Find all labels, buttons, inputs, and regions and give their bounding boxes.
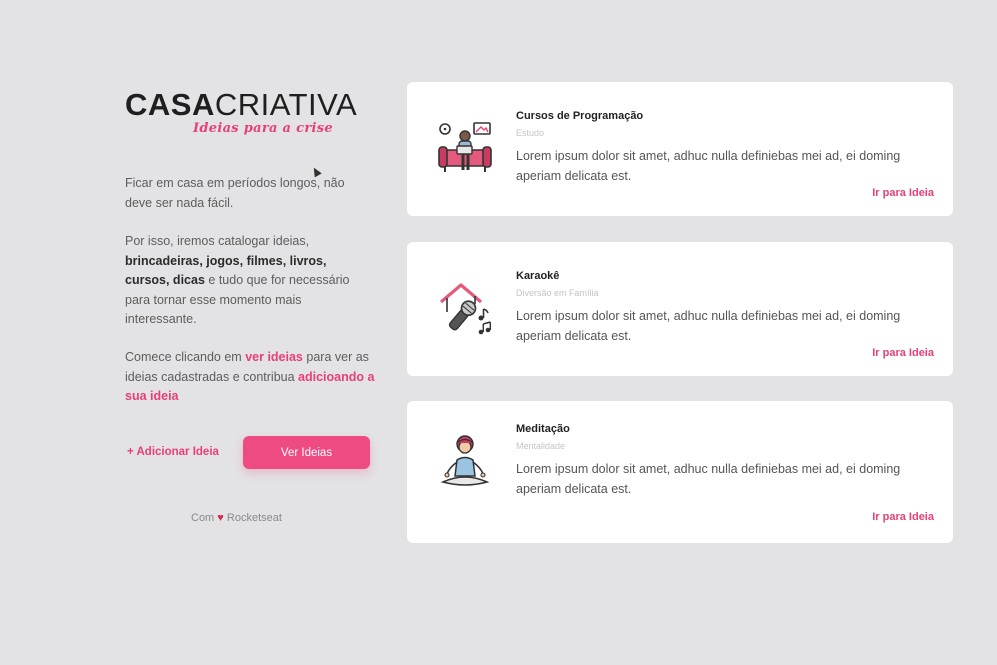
idea-category: Estudo [516,128,545,138]
idea-card: Cursos de Programação Estudo Lorem ipsum… [407,82,953,216]
idea-card: Meditação Mentalidade Lorem ipsum dolor … [407,401,953,543]
idea-description: Lorem ipsum dolor sit amet, adhuc nulla … [516,149,901,183]
intro-paragraph-2: Por isso, iremos catalogar ideias, brinc… [125,232,370,330]
idea-title: Cursos de Programação [516,110,644,122]
action-bar: + Adicionar Ideia Ver Ideias [125,436,375,470]
idea-title: Karaokê [516,270,560,282]
heart-icon: ♥ [217,512,224,524]
idea-description: Lorem ipsum dolor sit amet, adhuc nulla … [516,462,901,496]
add-idea-link[interactable]: + Adicionar Ideia [127,446,219,458]
karaoke-microphone-icon [437,282,493,338]
logo-criativa: CRIATIVA [214,87,358,122]
logo-tagline: Ideias para a crise [193,121,333,136]
idea-category: Mentalidade [516,441,566,451]
footer-rocketseat: Rocketseat [226,512,282,524]
idea-description: Lorem ipsum dolor sit amet, adhuc nulla … [516,309,901,343]
footer-credit: Com ♥ Rocketseat [191,512,311,524]
see-ideas-button[interactable]: Ver Ideias [243,436,370,469]
idea-card: Karaokê Diversão em Família Lorem ipsum … [407,242,953,376]
go-to-idea-link[interactable]: Ir para Ideia [872,511,934,523]
programming-couch-icon [437,120,493,176]
meditation-icon [437,434,493,490]
go-to-idea-link[interactable]: Ir para Ideia [872,187,934,199]
intro-paragraph-3: Comece clicando em ver ideias para ver a… [125,348,375,407]
idea-category: Diversão em Família [516,288,599,298]
intro-panel: CASACRIATIVA Ideias para a crise Ficar e… [125,88,375,525]
intro-p3-start: Comece clicando em [125,350,242,364]
intro-p2-start: Por isso, iremos catalogar ideias, [125,234,310,248]
idea-title: Meditação [516,423,570,435]
intro-paragraph-1: Ficar em casa em períodos longos, não de… [125,176,345,210]
logo-wordmark: CASACRIATIVA [125,88,375,122]
footer-prefix: Com [191,512,215,524]
go-to-idea-link[interactable]: Ir para Ideia [872,347,934,359]
logo: CASACRIATIVA Ideias para a crise [125,88,375,138]
see-ideas-inline-link[interactable]: ver ideias [245,350,303,364]
logo-casa: CASA [125,87,215,122]
